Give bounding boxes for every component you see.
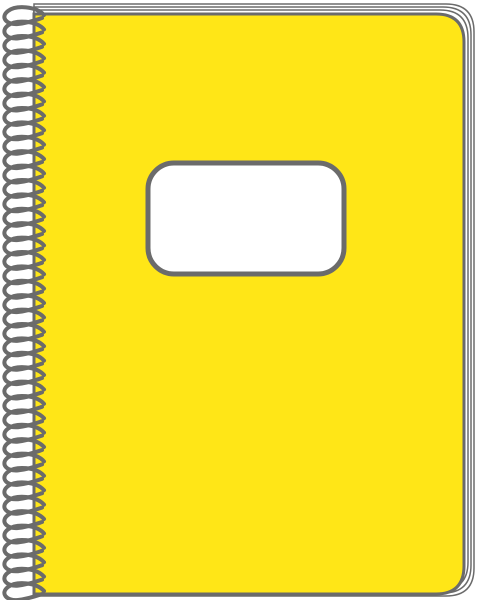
notebook-svg — [2, 3, 475, 600]
cover-label — [145, 160, 347, 277]
notebook-cover — [32, 12, 466, 596]
label-box — [145, 160, 347, 277]
notebook-illustration — [0, 0, 477, 600]
